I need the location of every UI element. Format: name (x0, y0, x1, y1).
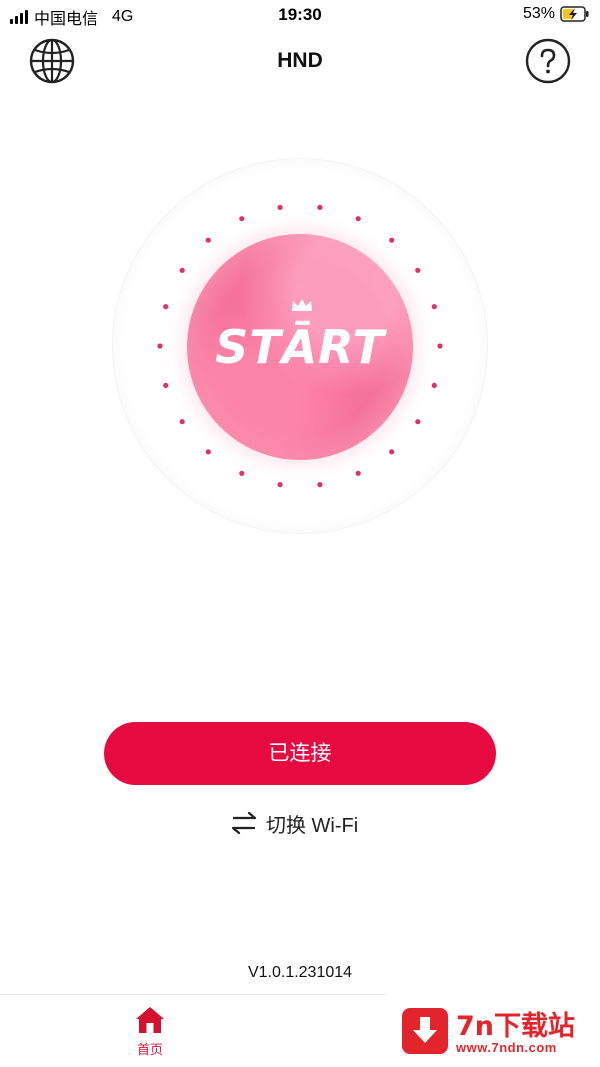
battery-charging-icon (560, 6, 589, 22)
ring-dot (355, 470, 361, 476)
watermark-url: www.7ndn.com (456, 1040, 557, 1055)
ring-dot (317, 204, 323, 210)
ring-dot (163, 382, 169, 388)
ring-dot (277, 204, 283, 210)
download-logo-icon (402, 1008, 448, 1054)
start-label: STĀRT (215, 320, 385, 374)
ring-dot (437, 343, 443, 349)
ring-dot (239, 470, 245, 476)
ring-dot (277, 482, 283, 488)
status-time: 19:30 (278, 5, 322, 24)
ring-dot (179, 419, 185, 425)
battery-percent: 53% (522, 5, 555, 22)
tab-home-label: 首页 (136, 1042, 163, 1057)
page-title: HND (277, 49, 323, 72)
ring-dot (179, 267, 185, 273)
app-screen: 中国电信 4G 19:30 53% HND STĀRT 已连接 切换 Wi-Fi… (0, 0, 600, 1067)
start-button[interactable]: STĀRT (187, 234, 413, 460)
switch-wifi-button[interactable]: 切换 Wi-Fi (230, 808, 358, 838)
status-right: 53% (523, 5, 590, 23)
ring-dot (431, 304, 437, 310)
ring-dot (355, 216, 361, 222)
ring-dot (431, 382, 437, 388)
watermark-title: 7n下载站 (456, 1011, 576, 1042)
ring-dot (163, 304, 169, 310)
app-header: HND (0, 36, 600, 88)
help-button[interactable] (525, 38, 571, 84)
ring-dot (317, 482, 323, 488)
version-text: V1.0.1.231014 (247, 964, 353, 981)
start-area: STĀRT (112, 158, 488, 534)
connected-button[interactable]: 已连接 (104, 722, 496, 785)
ring-dot (415, 419, 421, 425)
home-icon (136, 1007, 164, 1033)
tab-home[interactable]: 首页 (120, 1005, 180, 1061)
ring-dot (157, 343, 163, 349)
ring-dot (205, 449, 211, 455)
ring-dot (239, 216, 245, 222)
swap-arrows-icon (231, 811, 257, 835)
crown-icon (292, 299, 312, 311)
ring-dot (415, 267, 421, 273)
help-icon (525, 38, 571, 84)
ring-dot (205, 237, 211, 243)
ring-dot (389, 237, 395, 243)
switch-wifi-label: 切换 Wi-Fi (266, 814, 359, 837)
ring-dot (389, 449, 395, 455)
status-bar: 中国电信 4G 19:30 53% (0, 0, 600, 32)
watermark: 7n下载站 www.7ndn.com (386, 994, 600, 1067)
